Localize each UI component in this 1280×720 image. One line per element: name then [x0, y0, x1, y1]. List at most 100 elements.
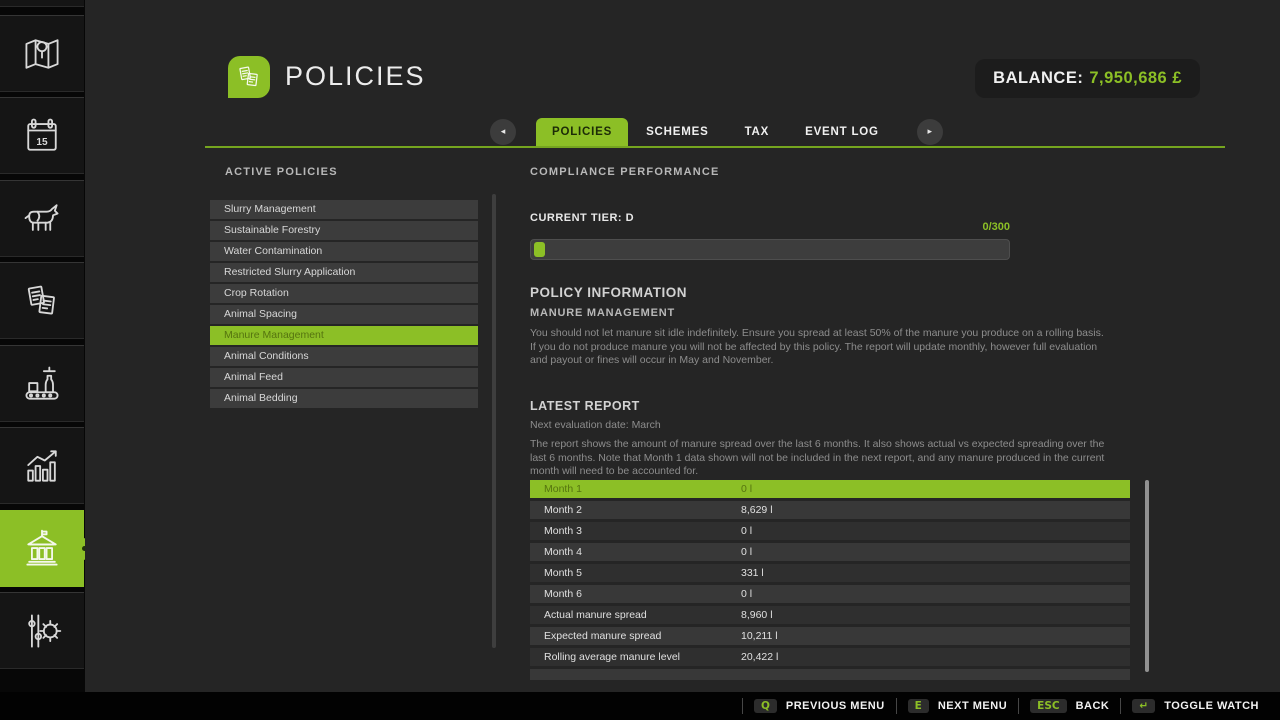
tabs: POLICIES SCHEMES TAX EVENT LOG — [536, 118, 897, 146]
compliance-progress-fill — [534, 242, 545, 257]
policies-icon — [234, 62, 264, 92]
animals-icon — [20, 197, 64, 241]
policy-list-item[interactable]: Animal Conditions — [210, 347, 478, 366]
report-row-label: Expected manure spread — [544, 627, 661, 645]
sidebar-item-contracts[interactable] — [0, 262, 84, 339]
report-row-value: 0 l — [741, 480, 752, 498]
report-table-scrollbar[interactable] — [1145, 480, 1149, 672]
report-row-value: 20,422 l — [741, 648, 778, 666]
tab-prev-button[interactable]: ◂ — [490, 119, 516, 145]
report-table-row[interactable]: Month 4 0 l — [530, 543, 1130, 561]
report-row-label: Month 2 — [544, 501, 582, 519]
sidebar: 15 — [0, 0, 85, 692]
report-table-row[interactable]: Month 5 331 l — [530, 564, 1130, 582]
sidebar-item-statistics[interactable] — [0, 427, 84, 504]
compliance-score: 0/300 — [530, 221, 1010, 233]
tab-schemes[interactable]: SCHEMES — [628, 118, 726, 146]
balance-display: BALANCE: 7,950,686 £ — [975, 59, 1200, 98]
report-row-label: Month 4 — [544, 543, 582, 561]
hint-next-menu: E NEXT MENU — [896, 698, 1018, 714]
policy-list-item[interactable]: Crop Rotation — [210, 284, 478, 303]
svg-text:15: 15 — [36, 137, 48, 148]
policy-list-item[interactable]: Animal Bedding — [210, 389, 478, 408]
active-policies-list: Slurry Management Sustainable Forestry W… — [210, 200, 478, 410]
government-icon — [20, 527, 64, 571]
policies-blob — [228, 56, 270, 98]
balance-label: BALANCE: — [993, 69, 1083, 87]
hint-back: ESC BACK — [1018, 698, 1120, 714]
report-row-label: Month 5 — [544, 564, 582, 582]
report-row-value: 0 l — [741, 585, 752, 603]
report-table-row[interactable]: Month 6 0 l — [530, 585, 1130, 603]
sidebar-item-map[interactable] — [0, 15, 84, 92]
report-table-row[interactable] — [530, 669, 1130, 680]
footer-bar: Q PREVIOUS MENU E NEXT MENU ESC BACK ↵ T… — [0, 692, 1280, 720]
page-title: POLICIES — [285, 61, 426, 92]
report-row-value: 0 l — [741, 543, 752, 561]
policy-list-item[interactable]: Restricted Slurry Application — [210, 263, 478, 282]
mod-settings-icon — [20, 609, 64, 653]
map-icon — [20, 32, 64, 76]
policy-list-item[interactable]: Slurry Management — [210, 200, 478, 219]
report-row-label: Month 6 — [544, 585, 582, 603]
sidebar-item-government[interactable] — [0, 510, 84, 587]
tab-next-button[interactable]: ▸ — [917, 119, 943, 145]
key-badge: E — [908, 699, 929, 713]
sidebar-item-hidden[interactable] — [0, 0, 84, 7]
chevron-left-icon: ◂ — [501, 127, 506, 137]
production-icon — [20, 362, 64, 406]
sidebar-item-animals[interactable] — [0, 180, 84, 257]
key-badge: ↵ — [1132, 699, 1155, 713]
report-row-value: 331 l — [741, 564, 764, 582]
active-policies-heading: ACTIVE POLICIES — [225, 166, 338, 178]
policy-list-item[interactable]: Water Contamination — [210, 242, 478, 261]
report-table: Month 1 0 l Month 2 8,629 l Month 3 0 l … — [530, 480, 1130, 680]
report-row-value: 8,629 l — [741, 501, 773, 519]
report-row-label: Month 3 — [544, 522, 582, 540]
report-row-value: 0 l — [741, 522, 752, 540]
tab-tax[interactable]: TAX — [727, 118, 788, 146]
policy-list-item[interactable]: Sustainable Forestry — [210, 221, 478, 240]
report-table-row[interactable]: Rolling average manure level 20,422 l — [530, 648, 1130, 666]
screen: 15 — [0, 0, 1280, 720]
report-row-label: Rolling average manure level — [544, 648, 680, 666]
calendar-icon: 15 — [20, 114, 64, 158]
report-description: The report shows the amount of manure sp… — [530, 438, 1108, 479]
tab-strip: ◂ POLICIES SCHEMES TAX EVENT LOG ▸ — [490, 118, 943, 146]
statistics-icon — [20, 444, 64, 488]
compliance-heading: COMPLIANCE PERFORMANCE — [530, 166, 720, 178]
key-badge: ESC — [1030, 699, 1066, 713]
key-badge: Q — [754, 699, 777, 713]
policy-list-item[interactable]: Manure Management — [210, 326, 478, 345]
report-row-label: Actual manure spread — [544, 606, 647, 624]
report-table-row[interactable]: Expected manure spread 10,211 l — [530, 627, 1130, 645]
main-panel: POLICIES BALANCE: 7,950,686 £ ◂ POLICIES … — [85, 0, 1280, 692]
report-table-row[interactable]: Month 2 8,629 l — [530, 501, 1130, 519]
tab-policies[interactable]: POLICIES — [536, 118, 628, 146]
report-row-value: 10,211 l — [741, 627, 778, 645]
policy-info-heading: POLICY INFORMATION — [530, 285, 687, 300]
latest-report-heading: LATEST REPORT — [530, 399, 640, 413]
hint-toggle-watch: ↵ TOGGLE WATCH — [1120, 698, 1270, 714]
report-table-row[interactable]: Month 3 0 l — [530, 522, 1130, 540]
policy-description: You should not let manure sit idle indef… — [530, 327, 1108, 368]
report-table-row[interactable]: Month 1 0 l — [530, 480, 1130, 498]
hint-previous-menu: Q PREVIOUS MENU — [742, 698, 896, 714]
sidebar-item-production[interactable] — [0, 345, 84, 422]
sidebar-item-calendar[interactable]: 15 — [0, 97, 84, 174]
report-row-value: 8,960 l — [741, 606, 773, 624]
policy-name-subheading: MANURE MANAGEMENT — [530, 307, 675, 319]
sidebar-item-mod-settings[interactable] — [0, 592, 84, 669]
policy-list-item[interactable]: Animal Feed — [210, 368, 478, 387]
chevron-right-icon: ▸ — [928, 127, 933, 137]
balance-amount: 7,950,686 £ — [1089, 69, 1182, 87]
next-evaluation-date: Next evaluation date: March — [530, 419, 661, 431]
policy-list-item[interactable]: Animal Spacing — [210, 305, 478, 324]
tab-event-log[interactable]: EVENT LOG — [787, 118, 897, 146]
contracts-icon — [20, 279, 64, 323]
report-table-row[interactable]: Actual manure spread 8,960 l — [530, 606, 1130, 624]
compliance-progress-bar — [530, 239, 1010, 260]
report-row-label: Month 1 — [544, 480, 582, 498]
policies-scrollbar[interactable] — [492, 194, 496, 648]
tab-underline — [205, 146, 1225, 148]
